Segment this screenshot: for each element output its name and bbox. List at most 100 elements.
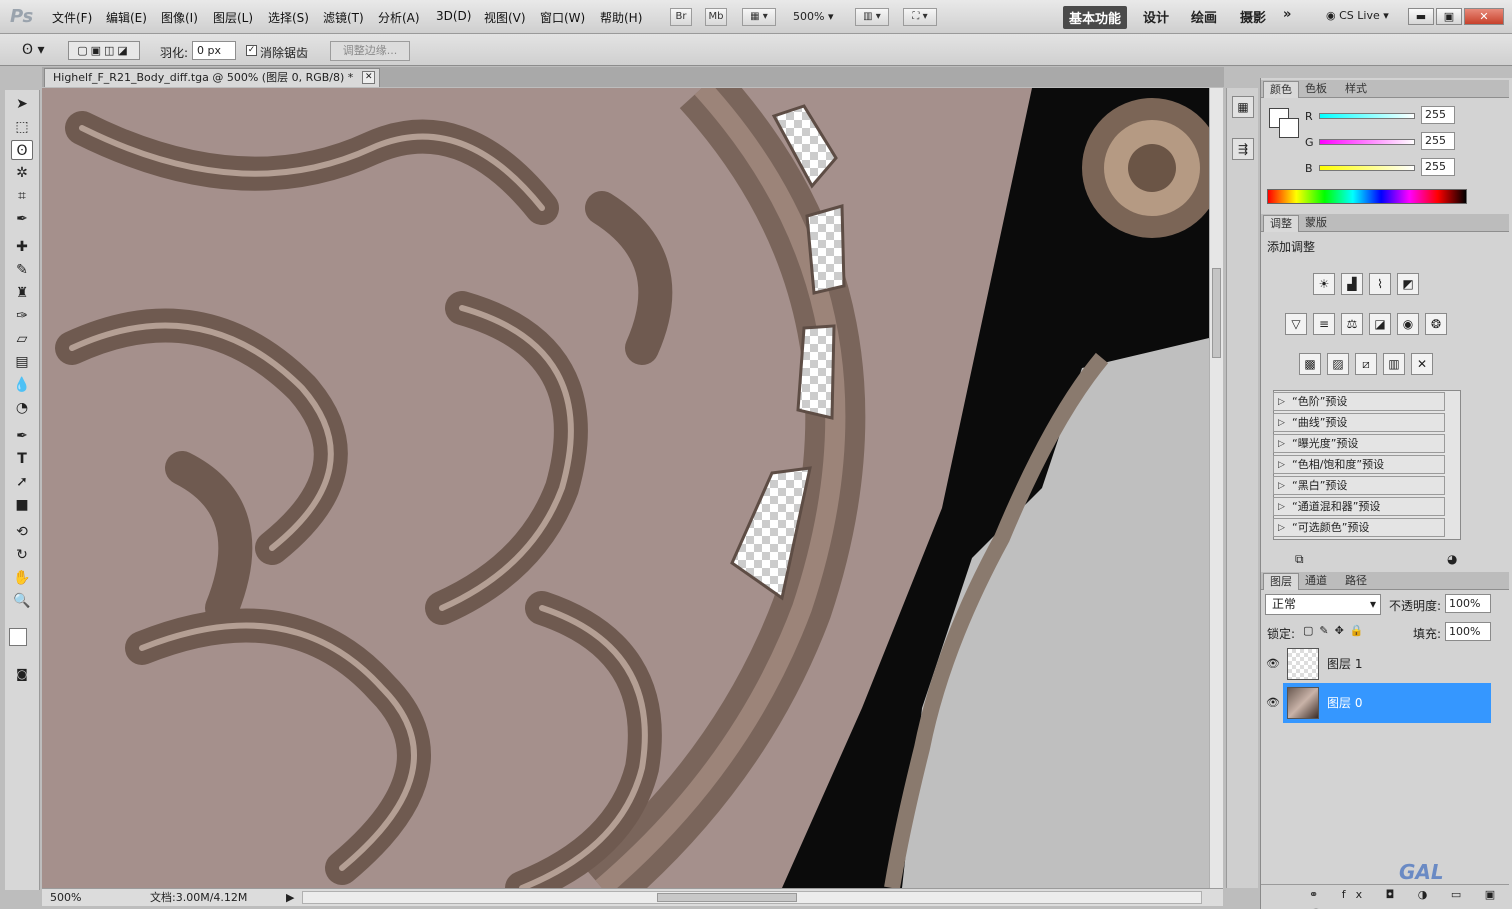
threshold-icon[interactable]: ⧄ [1355, 353, 1377, 375]
new-adjustment-icon[interactable]: ◕ [1447, 552, 1457, 566]
screen-mode-button[interactable]: ⛶ ▾ [903, 8, 937, 26]
feather-input[interactable]: 0 px [192, 41, 236, 60]
history-brush-tool[interactable]: ✑ [11, 306, 33, 326]
crop-tool[interactable]: ⌗ [11, 186, 33, 206]
quick-mask-button[interactable]: ◙ [11, 664, 33, 684]
horizontal-scrollbar[interactable] [302, 891, 1202, 904]
preset-levels[interactable]: ▷ “色阶”预设 [1273, 392, 1445, 411]
lasso-tool[interactable]: ʘ [11, 140, 33, 160]
tab-masks[interactable]: 蒙版 [1299, 215, 1333, 232]
clip-to-layer-icon[interactable]: ⧉ [1295, 552, 1304, 567]
more-workspaces-button[interactable]: » [1283, 7, 1291, 22]
r-value[interactable]: 255 [1421, 106, 1455, 124]
eraser-tool[interactable]: ▱ [11, 329, 33, 349]
marquee-tool[interactable]: ⬚ [11, 117, 33, 137]
preset-black-white[interactable]: ▷ “黑白”预设 [1273, 476, 1445, 495]
zoom-tool[interactable]: 🔍 [11, 591, 33, 611]
healing-tool[interactable]: ✚ [11, 237, 33, 257]
layer-row-1[interactable]: 图层 1 [1283, 644, 1491, 684]
r-slider[interactable] [1319, 113, 1415, 119]
g-slider[interactable] [1319, 139, 1415, 145]
eyedropper-tool[interactable]: ✒ [11, 209, 33, 229]
preset-hue-saturation[interactable]: ▷ “色相/饱和度”预设 [1273, 455, 1445, 474]
antialias-checkbox[interactable]: ✓ [246, 45, 257, 56]
vibrance-icon[interactable]: ▽ [1285, 313, 1307, 335]
menu-window[interactable]: 窗口(W) [540, 9, 585, 26]
workspace-essentials[interactable]: 基本功能 [1063, 6, 1128, 29]
blend-mode-select[interactable]: 正常 ▾ [1265, 594, 1381, 615]
menu-select[interactable]: 选择(S) [268, 9, 309, 26]
photo-filter-icon[interactable]: ◉ [1397, 313, 1419, 335]
menu-help[interactable]: 帮助(H) [600, 9, 642, 26]
layers-footer-buttons[interactable]: ⚭ fx ◘ ◑ ▭ ▣ 🗑 [1261, 884, 1509, 909]
g-value[interactable]: 255 [1421, 132, 1455, 150]
brush-tool[interactable]: ✎ [11, 260, 33, 280]
tab-adjustments[interactable]: 调整 [1263, 215, 1299, 232]
history-panel-button[interactable]: ▦ [1232, 96, 1254, 118]
workspace-design[interactable]: 设计 [1143, 7, 1169, 26]
hue-saturation-icon[interactable]: ≡ [1313, 313, 1335, 335]
color-spectrum-ramp[interactable] [1267, 189, 1467, 204]
vertical-scroll-thumb[interactable] [1212, 268, 1221, 358]
b-slider[interactable] [1319, 165, 1415, 171]
minimize-button[interactable]: ▬ [1408, 8, 1434, 25]
workspace-painting[interactable]: 绘画 [1191, 7, 1217, 26]
black-white-icon[interactable]: ◪ [1369, 313, 1391, 335]
view-extras-button[interactable]: ▦ ▾ [742, 8, 776, 26]
curves-icon[interactable]: ⌇ [1369, 273, 1391, 295]
move-tool[interactable]: ➤ [11, 94, 33, 114]
menu-analysis[interactable]: 分析(A) [378, 9, 420, 26]
layer-row-0[interactable]: 图层 0 [1283, 683, 1491, 723]
3d-orbit-tool[interactable]: ↻ [11, 545, 33, 565]
fill-input[interactable]: 100% [1445, 622, 1491, 641]
tab-styles[interactable]: 样式 [1339, 81, 1373, 98]
status-zoom[interactable]: 500% [50, 889, 81, 906]
vertical-scrollbar[interactable] [1209, 88, 1223, 888]
close-button[interactable]: ✕ [1464, 8, 1504, 25]
menu-file[interactable]: 文件(F) [52, 9, 92, 26]
tab-swatches[interactable]: 色板 [1299, 81, 1333, 98]
magic-wand-tool[interactable]: ✲ [11, 163, 33, 183]
actions-panel-button[interactable]: ⇶ [1232, 138, 1254, 160]
menu-view[interactable]: 视图(V) [484, 9, 526, 26]
maximize-button[interactable]: ▣ [1436, 8, 1462, 25]
dodge-tool[interactable]: ◔ [11, 398, 33, 418]
arrange-documents-button[interactable]: ▥ ▾ [855, 8, 889, 26]
zoom-level-select[interactable]: 500% ▾ [793, 10, 833, 23]
menu-layer[interactable]: 图层(L) [213, 9, 253, 26]
tab-channels[interactable]: 通道 [1299, 573, 1333, 590]
preset-curves[interactable]: ▷ “曲线”预设 [1273, 413, 1445, 432]
bridge-button[interactable]: Br [670, 8, 692, 26]
opacity-input[interactable]: 100% [1445, 594, 1491, 613]
menu-filter[interactable]: 滤镜(T) [323, 9, 364, 26]
horizontal-scroll-thumb[interactable] [657, 893, 797, 902]
layer-1-visibility-icon[interactable]: 👁 [1265, 644, 1281, 684]
blur-tool[interactable]: 💧 [11, 375, 33, 395]
menu-edit[interactable]: 编辑(E) [106, 9, 147, 26]
layer-0-visibility-icon[interactable]: 👁 [1265, 683, 1281, 723]
tab-color[interactable]: 颜色 [1263, 81, 1299, 98]
status-menu-arrow[interactable]: ▶ [286, 889, 294, 906]
channel-mixer-icon[interactable]: ❂ [1425, 313, 1447, 335]
mini-bridge-button[interactable]: Mb [705, 8, 727, 26]
path-selection-tool[interactable]: ➚ [11, 472, 33, 492]
shape-tool[interactable]: ■ [11, 495, 33, 515]
tab-layers[interactable]: 图层 [1263, 573, 1299, 590]
foreground-color-swatch[interactable] [9, 628, 27, 646]
menu-image[interactable]: 图像(I) [161, 9, 198, 26]
gradient-tool[interactable]: ▤ [11, 352, 33, 372]
tool-preset-picker[interactable]: ʘ ▾ [22, 42, 45, 58]
b-value[interactable]: 255 [1421, 158, 1455, 176]
color-balance-icon[interactable]: ⚖ [1341, 313, 1363, 335]
selective-color-icon[interactable]: ✕ [1411, 353, 1433, 375]
posterize-icon[interactable]: ▨ [1327, 353, 1349, 375]
exposure-icon[interactable]: ◩ [1397, 273, 1419, 295]
hand-tool[interactable]: ✋ [11, 568, 33, 588]
selection-mode-buttons[interactable]: ▢▣◫◪ [68, 41, 140, 60]
preset-channel-mixer[interactable]: ▷ “通道混和器”预设 [1273, 497, 1445, 516]
document-canvas[interactable] [42, 88, 1209, 888]
stamp-tool[interactable]: ♜ [11, 283, 33, 303]
type-tool[interactable]: T [11, 449, 33, 469]
gradient-map-icon[interactable]: ▥ [1383, 353, 1405, 375]
close-document-icon[interactable]: ✕ [362, 71, 376, 84]
